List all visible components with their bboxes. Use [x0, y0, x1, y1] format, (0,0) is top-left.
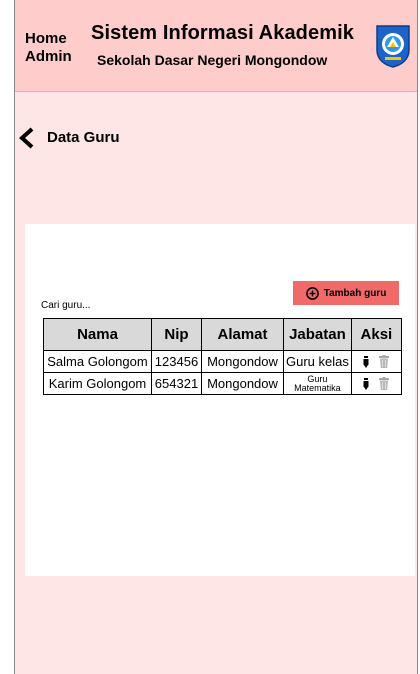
column-header-nip: Nip [151, 318, 202, 351]
edit-pen-icon[interactable] [363, 377, 369, 390]
cell-aksi [350, 372, 402, 395]
cell-nama: Karim Golongom [43, 372, 152, 395]
content-card: Cari guru... Tambah guru Nama Nip Alamat… [25, 224, 415, 576]
column-header-aksi: Aksi [350, 318, 402, 351]
table-header-row: Nama Nip Alamat Jabatan Aksi [43, 318, 402, 351]
page-header: Data Guru [15, 120, 315, 152]
cell-alamat: Mongondow [201, 372, 284, 395]
nav-admin-label[interactable]: Admin [25, 48, 72, 66]
cell-aksi [350, 350, 402, 373]
tut-wuri-handayani-logo [376, 25, 410, 68]
cell-alamat: Mongondow [201, 350, 284, 373]
delete-trash-icon[interactable] [379, 355, 390, 368]
table-row: Karim Golongom 654321 Mongondow Guru Mat… [43, 372, 402, 395]
nav-home-admin[interactable]: Home Admin [25, 30, 72, 66]
school-name: Sekolah Dasar Negeri Mongondow [97, 52, 328, 68]
app-title: Sistem Informasi Akademik [91, 22, 354, 44]
cell-nip: 123456 [151, 350, 202, 373]
cell-jabatan: Guru kelas [283, 350, 352, 373]
column-header-alamat: Alamat [201, 318, 284, 351]
chevron-left-icon[interactable] [18, 127, 36, 149]
add-teacher-label: Tambah guru [323, 287, 387, 299]
plus-circle-icon [305, 286, 319, 300]
delete-trash-icon[interactable] [379, 377, 390, 390]
teacher-table: Nama Nip Alamat Jabatan Aksi Salma Golon… [43, 318, 402, 395]
cell-nama: Salma Golongom [43, 350, 152, 373]
column-header-nama: Nama [43, 318, 152, 351]
edit-pen-icon[interactable] [363, 355, 369, 368]
table-row: Salma Golongom 123456 Mongondow Guru kel… [43, 350, 402, 373]
nav-home-label[interactable]: Home [25, 30, 72, 48]
cell-nip: 654321 [151, 372, 202, 395]
cell-jabatan: Guru Matematika [283, 372, 352, 395]
column-header-jabatan: Jabatan [283, 318, 352, 351]
search-input[interactable]: Cari guru... [41, 300, 90, 311]
app-screen: Home Admin Sistem Informasi Akademik Sek… [14, 0, 418, 674]
page-title: Data Guru [47, 129, 120, 146]
add-teacher-button[interactable]: Tambah guru [293, 281, 399, 305]
app-header: Home Admin Sistem Informasi Akademik Sek… [15, 0, 417, 92]
